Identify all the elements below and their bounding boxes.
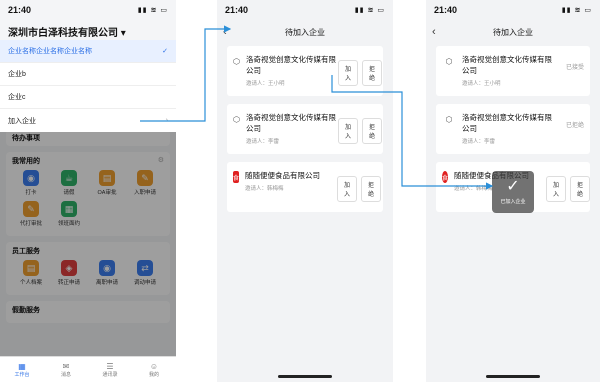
dropdown-item-label: 加入企业 — [8, 117, 36, 125]
home-indicator — [486, 375, 540, 378]
success-toast: ✓ 已加入企业 — [492, 171, 534, 213]
page-title: 待加入企业 — [285, 27, 325, 37]
inviter-text: 邀请人：韩梅梅 — [245, 186, 284, 192]
company-logo-icon: 食 — [233, 171, 240, 183]
message-icon: ✉ — [62, 361, 70, 371]
status-icons: ▮▮ ≋ ▭ — [137, 7, 168, 14]
status-icons: ▮▮ ≋ ▭ — [561, 7, 592, 14]
company-name: 洛奇视觉创意文化传媒有限公司 — [245, 55, 336, 75]
contacts-icon: ☰ — [106, 361, 114, 371]
status-time: 21:40 — [434, 5, 458, 15]
user-icon: ☺ — [149, 361, 159, 371]
screen-company-switcher: 21:40 ▮▮ ≋ ▭ 深圳市白泽科技有限公司 ▾ 待办事项 我常用的 ⚙ ◉… — [0, 0, 176, 382]
home-indicator — [278, 375, 332, 378]
company-card: ⬡ 洛奇视觉创意文化传媒有限公司 邀请人：李雷 加入 拒绝 — [227, 104, 383, 154]
status-bar: 21:40 ▮▮ ≋ ▭ — [217, 0, 393, 20]
join-button[interactable]: 加入 — [337, 118, 358, 144]
company-card: ⬡ 洛奇视觉创意文化传媒有限公司 邀请人：王小明 加入 拒绝 — [227, 46, 383, 96]
tab-me[interactable]: ☺ 我的 — [132, 357, 176, 382]
company-card: ⬡ 洛奇视觉创意文化传媒有限公司 邀请人：王小明 已接受 — [436, 46, 590, 96]
company-logo-icon: ⬡ — [233, 56, 240, 66]
checkmark-icon: ✓ — [506, 178, 520, 195]
company-logo-icon: ⬡ — [445, 114, 453, 124]
company-logo-icon: ⬡ — [233, 114, 240, 124]
dropdown-item-label: 企业b — [8, 71, 26, 78]
page-title: 待加入企业 — [493, 27, 533, 37]
status-bar: 21:40 ▮▮ ≋ ▭ — [426, 0, 600, 20]
nav-bar: ‹ 待加入企业 — [217, 20, 393, 44]
company-switcher-title[interactable]: 深圳市白泽科技有限公司 ▾ — [8, 24, 126, 39]
status-icons: ▮▮ ≋ ▭ — [354, 7, 385, 14]
check-icon: ✓ — [162, 48, 168, 55]
tab-label: 我的 — [148, 371, 159, 378]
company-logo-icon: 食 — [442, 171, 449, 183]
dropdown-item-join[interactable]: 加入企业 › — [0, 109, 176, 132]
status-bar: 21:40 ▮▮ ≋ ▭ — [0, 0, 176, 20]
company-name: 洛奇视觉创意文化传媒有限公司 — [462, 55, 552, 75]
dropdown-item-b[interactable]: 企业b — [0, 63, 176, 86]
inviter-text: 邀请人：王小明 — [462, 81, 501, 87]
join-button[interactable]: 加入 — [337, 60, 358, 86]
reject-button[interactable]: 拒绝 — [570, 176, 591, 202]
dim-overlay[interactable] — [0, 130, 176, 382]
tab-contacts[interactable]: ☰ 通讯录 — [88, 357, 132, 382]
company-logo-icon: ⬡ — [445, 56, 453, 66]
inviter-text: 邀请人：李雷 — [245, 139, 279, 145]
toast-text: 已加入企业 — [500, 199, 526, 205]
nav-bar: ‹ 待加入企业 — [426, 20, 600, 44]
tab-label: 消息 — [60, 371, 71, 378]
tab-label: 工作台 — [14, 371, 30, 378]
reject-button[interactable]: 拒绝 — [361, 176, 382, 202]
tab-messages[interactable]: ✉ 消息 — [44, 357, 88, 382]
reject-button[interactable]: 拒绝 — [362, 118, 383, 144]
company-name: 随随便便食品有限公司 — [245, 171, 321, 180]
tab-bar: ▦ 工作台 ✉ 消息 ☰ 通讯录 ☺ 我的 — [0, 356, 176, 382]
company-name: 洛奇视觉创意文化传媒有限公司 — [245, 113, 336, 133]
inviter-text: 邀请人：李雷 — [462, 139, 496, 145]
invite-status: 已拒绝 — [565, 123, 584, 129]
chevron-right-icon: › — [165, 117, 168, 124]
inviter-text: 邀请人：王小明 — [245, 81, 285, 87]
tab-workbench[interactable]: ▦ 工作台 — [0, 357, 44, 382]
invite-status: 已接受 — [565, 65, 584, 71]
reject-button[interactable]: 拒绝 — [362, 60, 383, 86]
back-icon[interactable]: ‹ — [223, 26, 227, 38]
workbench-icon: ▦ — [18, 361, 26, 371]
dropdown-item-current[interactable]: 企业名称企业名称企业名称 ✓ — [0, 40, 176, 63]
company-dropdown: 企业名称企业名称企业名称 ✓ 企业b 企业c 加入企业 › — [0, 40, 176, 132]
join-button[interactable]: 加入 — [337, 176, 358, 202]
dropdown-item-label: 企业c — [8, 94, 26, 101]
screen-pending-companies: 21:40 ▮▮ ≋ ▭ ‹ 待加入企业 ⬡ 洛奇视觉创意文化传媒有限公司 邀请… — [217, 0, 393, 382]
join-button[interactable]: 加入 — [546, 176, 567, 202]
status-time: 21:40 — [8, 5, 32, 15]
dropdown-item-label: 企业名称企业名称企业名称 — [8, 48, 92, 55]
company-name: 洛奇视觉创意文化传媒有限公司 — [462, 113, 552, 133]
status-time: 21:40 — [225, 5, 249, 15]
back-icon[interactable]: ‹ — [432, 26, 436, 38]
tab-label: 通讯录 — [102, 371, 118, 378]
company-card: ⬡ 洛奇视觉创意文化传媒有限公司 邀请人：李雷 已拒绝 — [436, 104, 590, 154]
dropdown-item-c[interactable]: 企业c — [0, 86, 176, 109]
company-card: 食 随随便便食品有限公司 邀请人：韩梅梅 加入 拒绝 — [227, 162, 383, 212]
